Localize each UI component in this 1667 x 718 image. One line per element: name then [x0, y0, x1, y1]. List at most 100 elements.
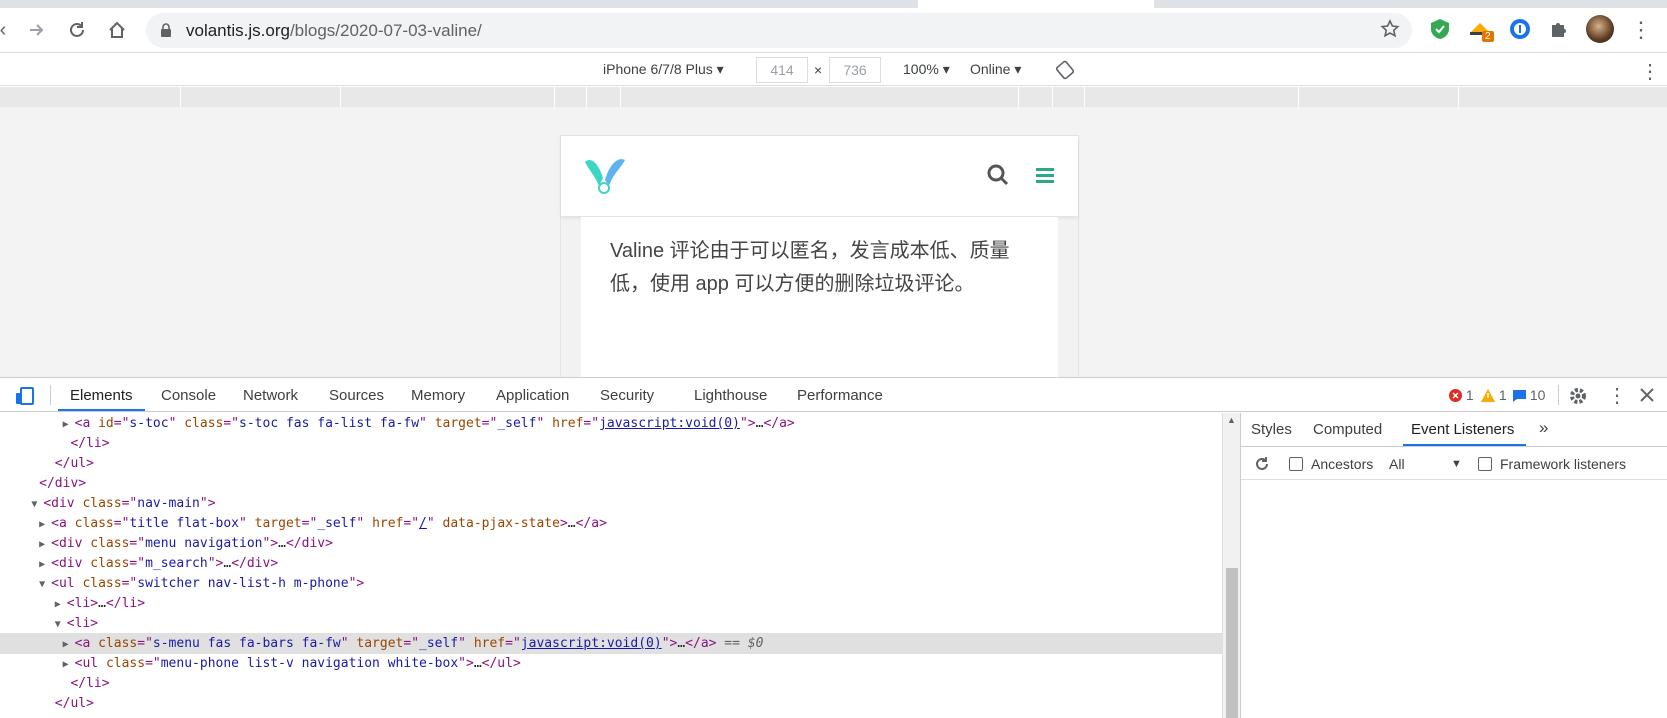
ruler-segment[interactable] — [1298, 87, 1299, 107]
tab-computed[interactable]: Computed — [1313, 421, 1382, 438]
viewport-width-input[interactable]: 414 — [756, 57, 808, 83]
ruler-segment[interactable] — [1084, 87, 1085, 107]
tab-application[interactable]: Application — [496, 387, 569, 404]
message-icon — [1513, 390, 1526, 402]
tab-security[interactable]: Security — [600, 387, 654, 404]
active-sidebar-tab-indicator — [1403, 444, 1526, 446]
url-text: volantis.js.org/blogs/2020-07-03-valine/ — [186, 21, 482, 41]
filter-dropdown-icon[interactable]: ▼ — [1451, 458, 1462, 470]
tab-separator — [1558, 385, 1559, 405]
tree-node[interactable]: ▶ <a class="title flat-box" target="_self… — [0, 513, 1222, 534]
rotate-icon[interactable] — [1055, 60, 1075, 80]
tab-separator — [50, 385, 51, 405]
tree-node[interactable]: </li> — [0, 673, 1222, 694]
refresh-icon[interactable] — [1253, 455, 1271, 473]
address-bar[interactable]: volantis.js.org/blogs/2020-07-03-valine/ — [146, 13, 1412, 48]
event-filter-select[interactable]: All — [1389, 456, 1405, 472]
extension-with-badge[interactable]: 2 — [1468, 17, 1494, 42]
more-tabs-icon[interactable]: » — [1539, 418, 1548, 438]
profile-avatar[interactable] — [1586, 15, 1614, 43]
error-icon — [1449, 389, 1462, 402]
zoom-select[interactable]: 100% ▾ — [903, 61, 950, 78]
forward-icon — [30, 24, 44, 36]
tree-node[interactable]: ▶ <div class="m_search">…</div> — [0, 553, 1222, 574]
forward-button[interactable] — [22, 15, 52, 45]
browser-toolbar: ‹ volantis.js.org/blogs/2020-07-03-valin… — [0, 8, 1667, 53]
tab-sources[interactable]: Sources — [329, 387, 384, 404]
settings-gear-icon[interactable] — [1568, 386, 1588, 406]
elements-tree[interactable]: ▶ <a id="s-toc" class="s-toc fas fa-list … — [0, 413, 1222, 718]
message-counter[interactable]: 10 — [1513, 387, 1545, 403]
ruler-segment[interactable] — [180, 87, 181, 107]
network-throttle-select[interactable]: Online ▾ — [970, 61, 1021, 78]
url-path: /blogs/2020-07-03-valine/ — [289, 21, 482, 40]
framework-listeners-label: Framework listeners — [1500, 456, 1627, 472]
puzzle-extensions-icon[interactable] — [1548, 17, 1572, 41]
reload-button[interactable] — [62, 15, 92, 45]
warning-icon — [1481, 389, 1495, 402]
emulated-viewport: Valine 评论由于可以匿名，发言成本低、质量低，使用 app 可以方便的删除… — [0, 107, 1667, 378]
ruler-segment[interactable] — [1458, 87, 1459, 107]
elements-scrollbar[interactable]: ▲ — [1222, 413, 1240, 718]
active-tab[interactable] — [918, 0, 1154, 8]
close-devtools-icon[interactable] — [1640, 388, 1654, 402]
tab-event-listeners[interactable]: Event Listeners — [1411, 421, 1514, 438]
viewport-height-input[interactable]: 736 — [829, 57, 881, 83]
volantis-logo-icon[interactable] — [583, 156, 627, 196]
tree-node[interactable]: ▶ <li>…</li> — [0, 593, 1222, 614]
devtools-more-icon[interactable]: ⋮ — [1607, 383, 1627, 408]
tree-node-selected[interactable]: ▶ <a class="s-menu fas fa-bars fa-fw" tar… — [0, 633, 1222, 654]
password-manager-icon[interactable] — [1508, 17, 1532, 41]
tree-node[interactable]: ▼ <li> — [0, 613, 1222, 634]
home-button[interactable] — [102, 15, 132, 45]
ruler-segment[interactable] — [1052, 87, 1053, 107]
browser-menu-icon[interactable]: ⋮ — [1626, 15, 1656, 45]
device-select[interactable]: iPhone 6/7/8 Plus ▾ — [603, 61, 724, 78]
shield-extension-icon[interactable] — [1428, 17, 1452, 41]
tab-elements[interactable]: Elements — [70, 387, 133, 404]
media-query-bar[interactable] — [0, 87, 1667, 107]
tab-network[interactable]: Network — [243, 387, 298, 404]
ruler-segment[interactable] — [620, 87, 621, 107]
tree-node[interactable]: ▼ <ul class="switcher nav-list-h m-phone"… — [0, 573, 1222, 594]
dimension-times: × — [814, 62, 823, 78]
active-tab-indicator — [58, 409, 145, 411]
device-toolbar-more-icon[interactable]: ⋮ — [1640, 59, 1660, 84]
tree-node[interactable]: ▶ <ul class="menu-phone list-v navigation… — [0, 653, 1222, 674]
ruler-segment[interactable] — [340, 87, 341, 107]
ruler-segment[interactable] — [1018, 87, 1019, 107]
url-host: volantis.js.org — [186, 21, 290, 40]
tree-node[interactable]: </ul> — [0, 453, 1222, 474]
scrollbar-thumb[interactable] — [1226, 568, 1238, 718]
bookmark-star-icon[interactable] — [1380, 19, 1400, 39]
toggle-device-toolbar-icon[interactable] — [14, 386, 36, 406]
framework-listeners-checkbox[interactable] — [1478, 457, 1492, 471]
warning-counter[interactable]: 1 — [1481, 387, 1507, 403]
tree-node[interactable]: ▶ <div class="menu navigation">…</div> — [0, 533, 1222, 554]
lock-icon — [161, 23, 171, 37]
device-toolbar: iPhone 6/7/8 Plus ▾ 414 × 736 100% ▾ Onl… — [0, 54, 1667, 86]
tree-node[interactable]: ▶ <a id="s-toc" class="s-toc fas fa-list … — [0, 413, 1222, 434]
phone-screen: Valine 评论由于可以匿名，发言成本低、质量低，使用 app 可以方便的删除… — [560, 135, 1079, 378]
tab-performance[interactable]: Performance — [797, 387, 883, 404]
ruler-segment[interactable] — [554, 87, 555, 107]
ruler-segment[interactable] — [586, 87, 587, 107]
hamburger-menu-icon[interactable] — [1035, 165, 1055, 185]
scroll-up-icon[interactable]: ▲ — [1227, 415, 1236, 425]
tree-node[interactable]: </div> — [0, 473, 1222, 494]
ancestors-checkbox[interactable] — [1289, 457, 1303, 471]
search-icon[interactable] — [986, 163, 1010, 187]
home-icon — [109, 21, 125, 38]
tab-memory[interactable]: Memory — [411, 387, 465, 404]
tab-lighthouse[interactable]: Lighthouse — [694, 387, 767, 404]
tree-node[interactable]: ▼ <div class="nav-main"> — [0, 493, 1222, 514]
back-icon[interactable]: ‹ — [0, 15, 18, 45]
tree-node[interactable]: </ul> — [0, 693, 1222, 714]
error-counter[interactable]: 1 — [1449, 387, 1474, 403]
tab-console[interactable]: Console — [161, 387, 216, 404]
tab-styles[interactable]: Styles — [1251, 421, 1292, 438]
sidebar-tab-bar: Styles Computed Event Listeners » — [1241, 413, 1667, 447]
ancestors-label: Ancestors — [1311, 456, 1374, 472]
devtools-panel: Elements Console Network Sources Memory … — [0, 377, 1667, 718]
tree-node[interactable]: </li> — [0, 433, 1222, 454]
